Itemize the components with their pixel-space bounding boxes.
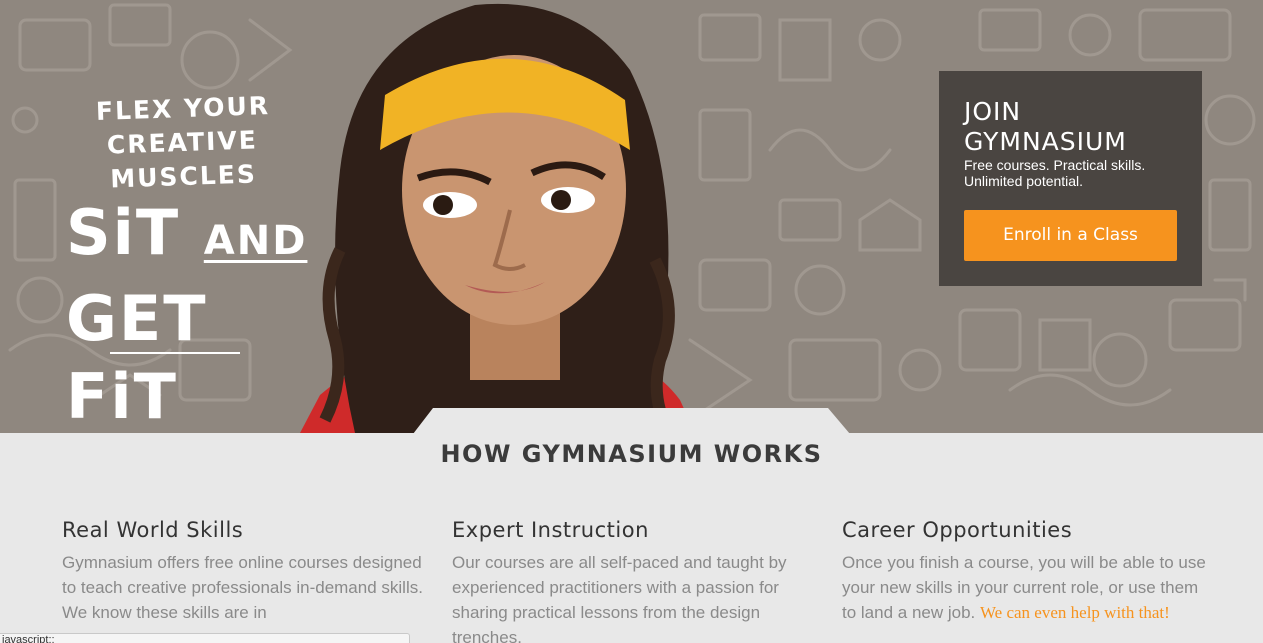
tagline-sit-and: SiT AND	[58, 194, 308, 280]
career-help-link[interactable]: We can even help with that!	[980, 603, 1170, 622]
join-title-line-1: JOIN	[964, 97, 1022, 126]
enroll-button[interactable]: Enroll in a Class	[964, 210, 1177, 261]
hero-banner: FLEX YOUR CREATIVE MUSCLES SiT AND GET F…	[0, 0, 1263, 433]
how-it-works-title: HOW GYMNASIUM WORKS	[440, 440, 823, 468]
feature-title: Career Opportunities	[842, 518, 1073, 542]
feature-title: Real World Skills	[62, 518, 244, 542]
browser-status-bar: javascript:;	[0, 633, 410, 643]
tagline-line-2: CREATIVE MUSCLES	[106, 125, 259, 194]
feature-text: Gymnasium offers free online courses des…	[62, 550, 432, 625]
join-panel: JOIN GYMNASIUM Free courses. Practical s…	[939, 71, 1202, 286]
feature-body: Gymnasium offers free online courses des…	[62, 553, 423, 622]
hero-tagline: FLEX YOUR CREATIVE MUSCLES SiT AND GET F…	[58, 91, 308, 433]
join-title: JOIN GYMNASIUM	[964, 97, 1127, 157]
tagline-get-fit: GET FiT	[66, 282, 208, 433]
feature-expert-instruction: Expert Instruction Our courses are all s…	[452, 518, 822, 643]
feature-title: Expert Instruction	[452, 518, 649, 542]
feature-text: Our courses are all self-paced and taugh…	[452, 550, 822, 643]
tagline-underline	[110, 352, 240, 354]
tagline-sit: SiT	[66, 196, 181, 269]
hero-person-image	[300, 3, 695, 433]
feature-body: Our courses are all self-paced and taugh…	[452, 553, 787, 643]
feature-career-opportunities: Career Opportunities Once you finish a c…	[842, 518, 1212, 625]
section-tab	[413, 408, 850, 434]
tagline-and: AND	[203, 218, 308, 264]
feature-real-world-skills: Real World Skills Gymnasium offers free …	[62, 518, 432, 625]
join-title-line-2: GYMNASIUM	[964, 127, 1127, 156]
join-subtitle: Free courses. Practical skills. Unlimite…	[964, 157, 1146, 189]
feature-text: Once you finish a course, you will be ab…	[842, 550, 1212, 625]
